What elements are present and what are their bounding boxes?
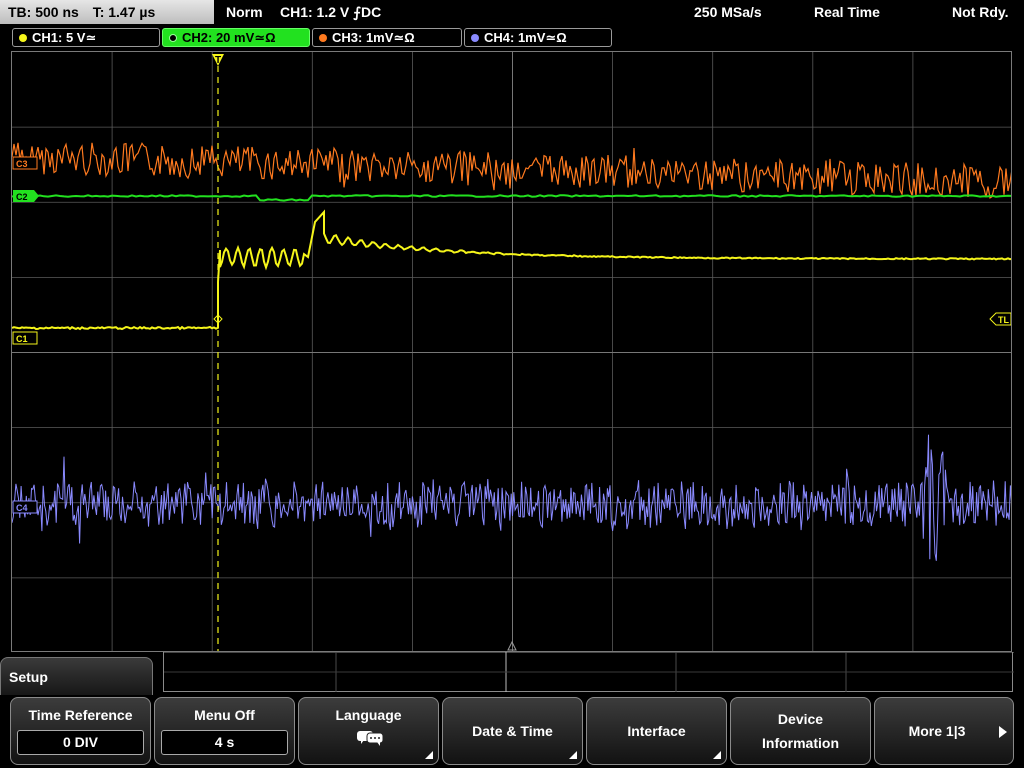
- device-information-softkey[interactable]: Device Information: [730, 697, 871, 765]
- channel-tab-ch4[interactable]: CH4: 1mV≃Ω: [464, 28, 612, 47]
- ch2-indicator-icon: [169, 34, 177, 42]
- trigger-position-icon[interactable]: T: [212, 54, 224, 66]
- language-label: Language: [335, 707, 402, 723]
- waveform-canvas: T C3 C2 C1 C4 TL: [12, 52, 1011, 651]
- ch4-level-marker[interactable]: C4: [12, 500, 38, 514]
- menu-title: Setup: [0, 657, 153, 697]
- submenu-corner-icon: [425, 751, 433, 759]
- channel-tab-label: CH2: 20 mV≃Ω: [182, 30, 276, 45]
- channel-tab-label: CH1: 5 V≃: [32, 30, 97, 45]
- menu-off-value: 4 s: [161, 730, 288, 755]
- status-bar: TB: 500 ns T: 1.47 µs Norm CH1: 1.2 V ⨍D…: [0, 0, 1024, 26]
- interface-label: Interface: [627, 723, 686, 739]
- ch4-marker-label: C4: [16, 503, 28, 513]
- more-label: More 1|3: [908, 723, 966, 739]
- submenu-corner-icon: [569, 751, 577, 759]
- device-information-line1: Device: [777, 711, 824, 727]
- trigger-source[interactable]: CH1: 1.2 V ⨍DC: [280, 2, 381, 22]
- more-softkey[interactable]: More 1|3: [874, 697, 1014, 765]
- submenu-corner-icon: [713, 751, 721, 759]
- interface-softkey[interactable]: Interface: [586, 697, 727, 765]
- device-information-line2: Information: [762, 735, 839, 751]
- arrow-right-icon: [999, 726, 1007, 738]
- menu-off-softkey[interactable]: Menu Off 4 s: [154, 697, 295, 765]
- channel-tab-ch2[interactable]: CH2: 20 mV≃Ω: [162, 28, 310, 47]
- ch4-indicator-icon: [471, 34, 479, 42]
- date-time-softkey[interactable]: Date & Time: [442, 697, 583, 765]
- acquisition-mode: Real Time: [814, 4, 880, 20]
- channel-tab-label: CH3: 1mV≃Ω: [332, 30, 415, 45]
- timebase-box[interactable]: TB: 500 ns T: 1.47 µs: [0, 0, 214, 24]
- trigger-mode[interactable]: Norm: [226, 2, 263, 22]
- time-reference-value: 0 DIV: [17, 730, 144, 755]
- time-reference-softkey[interactable]: Time Reference 0 DIV: [10, 697, 151, 765]
- ch2-level-marker[interactable]: C2: [13, 190, 39, 202]
- ch1-marker-label: C1: [16, 334, 28, 344]
- ch3-level-marker[interactable]: C3: [12, 156, 38, 170]
- channel-tab-label: CH4: 1mV≃Ω: [484, 30, 567, 45]
- graticule: [12, 52, 1011, 651]
- time-reference-label: Time Reference: [28, 707, 133, 723]
- zoom-strip-graticule: [164, 651, 1014, 692]
- timebase-value: TB: 500 ns: [8, 4, 79, 20]
- softkey-bar: Time Reference 0 DIV Menu Off 4 s Langua…: [0, 695, 1024, 768]
- speech-bubble-icon: [356, 731, 383, 746]
- channel-tabs: CH1: 5 V≃ CH2: 20 mV≃Ω CH3: 1mV≃Ω CH4: 1…: [0, 27, 1024, 49]
- ch3-indicator-icon: [319, 34, 327, 42]
- trigger-level-marker[interactable]: TL: [989, 312, 1011, 326]
- ch3-marker-label: C3: [16, 159, 28, 169]
- acquisition-status: Not Rdy.: [952, 4, 1009, 20]
- trigger-marker-text: T: [215, 55, 221, 66]
- waveform-display[interactable]: T C3 C2 C1 C4 TL: [11, 51, 1012, 652]
- ch1-indicator-icon: [19, 34, 27, 42]
- zoom-strip: [163, 651, 1014, 692]
- date-time-label: Date & Time: [472, 723, 553, 739]
- menu-off-label: Menu Off: [194, 707, 255, 723]
- trigger-time-value: T: 1.47 µs: [92, 4, 156, 20]
- channel-tab-ch1[interactable]: CH1: 5 V≃: [12, 28, 160, 47]
- language-softkey[interactable]: Language: [298, 697, 439, 765]
- ch2-marker-label: C2: [16, 192, 28, 202]
- sample-rate: 250 MSa/s: [694, 4, 762, 20]
- ch1-level-marker[interactable]: C1: [12, 331, 38, 345]
- trigger-level-label: TL: [998, 315, 1009, 325]
- channel-tab-ch3[interactable]: CH3: 1mV≃Ω: [312, 28, 462, 47]
